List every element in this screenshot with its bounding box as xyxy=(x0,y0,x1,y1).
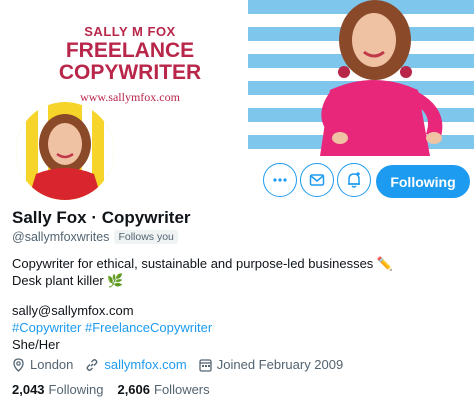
display-name: Sally Fox · Copywriter xyxy=(12,208,191,227)
profile-meta: London sallymfox.com Joined February 200… xyxy=(12,357,355,372)
avatar[interactable] xyxy=(12,98,118,204)
notify-button[interactable] xyxy=(337,163,371,197)
location-pin-icon xyxy=(13,357,24,372)
website-link[interactable]: sallymfox.com xyxy=(104,357,186,372)
message-button[interactable] xyxy=(300,163,334,197)
following-count: 2,043 xyxy=(12,382,45,397)
bio-line-1: Copywriter for ethical, sustainable and … xyxy=(12,256,394,271)
followers-stat[interactable]: 2,606 Followers xyxy=(117,382,209,397)
joined-item: Joined February 2009 xyxy=(199,357,343,372)
calendar-icon xyxy=(199,358,212,372)
location-text: London xyxy=(30,357,74,372)
follows-you-badge: Follows you xyxy=(114,230,178,244)
more-button[interactable] xyxy=(263,163,297,197)
banner-name: SALLY M FOX xyxy=(84,24,176,39)
followers-label: Followers xyxy=(154,382,210,397)
following-stat[interactable]: 2,043 Following xyxy=(12,382,103,397)
hashtag-copywriter[interactable]: #Copywriter xyxy=(12,320,81,335)
hashtag-freelancecopywriter[interactable]: #FreelanceCopywriter xyxy=(85,320,212,335)
mail-icon xyxy=(309,174,325,186)
handle-row: @sallymfoxwrites Follows you xyxy=(12,230,178,244)
follow-stats: 2,043 Following 2,606 Followers xyxy=(12,382,224,397)
bio-hashtags: #Copywriter #FreelanceCopywriter xyxy=(12,319,212,336)
following-button[interactable]: Following xyxy=(376,165,470,198)
banner-photo xyxy=(320,0,443,156)
avatar-photo xyxy=(16,102,114,200)
joined-text: Joined February 2009 xyxy=(216,357,344,372)
following-label: Following xyxy=(48,382,104,397)
handle: @sallymfoxwrites xyxy=(12,230,110,244)
link-icon xyxy=(86,358,98,371)
bio-pronouns: She/Her xyxy=(12,337,60,352)
banner-title: FREELANCE COPYWRITER xyxy=(30,40,230,84)
bio-email[interactable]: sally@sallymfox.com xyxy=(12,302,134,319)
bio-line-2: Desk plant killer 🌿 xyxy=(12,273,124,288)
more-icon xyxy=(273,178,287,182)
website-item[interactable]: sallymfox.com xyxy=(85,357,187,372)
banner-title-line1: FREELANCE xyxy=(65,39,195,62)
banner-title-line2: COPYWRITER xyxy=(58,61,202,84)
followers-count: 2,606 xyxy=(117,382,151,397)
location-item: London xyxy=(12,357,73,372)
bell-plus-icon xyxy=(348,172,360,188)
